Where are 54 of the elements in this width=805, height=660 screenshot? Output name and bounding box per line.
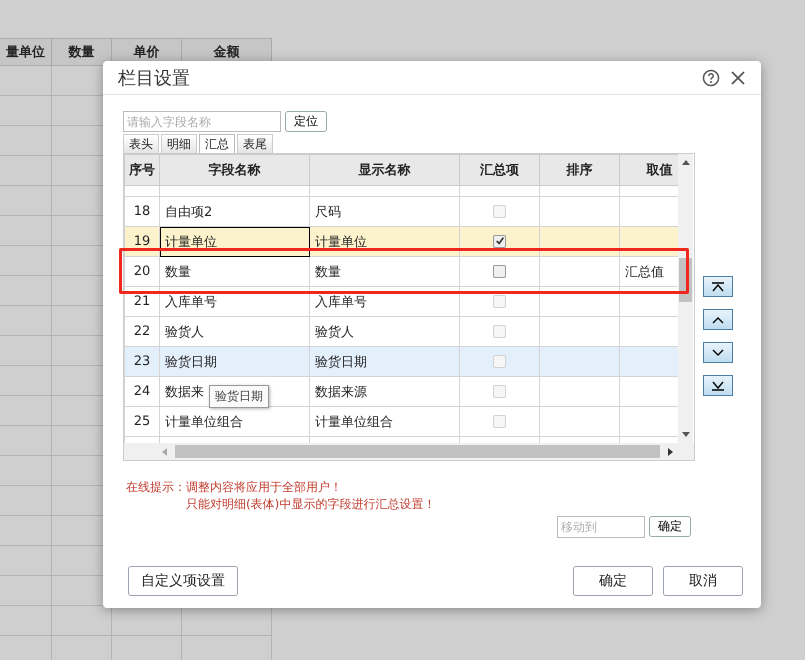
- tab[interactable]: 表尾: [237, 134, 273, 153]
- move-bottom-button[interactable]: [703, 375, 733, 396]
- help-icon[interactable]: [702, 68, 720, 86]
- search-field[interactable]: 请输入字段名称: [123, 111, 281, 132]
- tooltip: 验货日期: [209, 385, 269, 408]
- custom-fields-button[interactable]: 自定义项设置: [128, 566, 238, 596]
- table-cell: 数量: [160, 256, 310, 286]
- move-top-button[interactable]: [703, 276, 733, 297]
- table-cell: 20: [124, 256, 160, 286]
- scroll-right-icon[interactable]: [668, 448, 673, 456]
- close-icon[interactable]: [730, 70, 746, 86]
- vertical-scrollbar[interactable]: [678, 154, 693, 443]
- ok-button[interactable]: 确定: [573, 566, 653, 596]
- chevron-icon: [711, 314, 725, 324]
- tab[interactable]: 汇总: [199, 134, 235, 153]
- table-cell: 24: [124, 376, 160, 406]
- scroll-up-icon[interactable]: [682, 160, 690, 165]
- scroll-down-icon[interactable]: [682, 432, 690, 437]
- column-header: 显示名称: [310, 154, 460, 186]
- cancel-button[interactable]: 取消: [663, 566, 743, 596]
- table-cell: 23: [124, 346, 160, 376]
- locate-button[interactable]: 定位: [285, 111, 327, 132]
- column-header: 汇总项: [460, 154, 540, 186]
- tab[interactable]: 明细: [161, 134, 197, 153]
- chevron-icon: [711, 348, 725, 358]
- column-header: 字段名称: [160, 154, 310, 186]
- move-up-button[interactable]: [703, 309, 733, 330]
- horizontal-scrollbar[interactable]: [124, 443, 694, 460]
- table-cell: 验货日期: [310, 346, 460, 376]
- checkbox[interactable]: [493, 234, 506, 248]
- column-header: 排序: [540, 154, 620, 186]
- move-down-button[interactable]: [703, 342, 733, 363]
- table-cell: 计量单位组合: [310, 406, 460, 436]
- table-cell: 25: [124, 406, 160, 436]
- column-header: 序号: [124, 154, 160, 186]
- table-cell: 汇总值: [625, 264, 664, 280]
- column-header: 数量: [52, 38, 112, 66]
- arrow-bar-icon: [711, 380, 725, 390]
- dialog-title: 栏目设置: [118, 66, 191, 90]
- tab[interactable]: 表头: [123, 134, 159, 153]
- hint-text: 只能对明细(表体)中显示的字段进行汇总设置！: [186, 496, 436, 513]
- scrollbar-thumb[interactable]: [175, 445, 660, 458]
- hint-text: 在线提示：调整内容将应用于全部用户！: [126, 479, 343, 496]
- column-header: 取值: [620, 154, 678, 186]
- scroll-left-icon[interactable]: [162, 448, 167, 456]
- table-cell: 验货日期: [160, 346, 310, 376]
- column-header: 量单位: [0, 38, 52, 66]
- checkbox[interactable]: [493, 264, 506, 278]
- table-cell: 入库单号: [310, 286, 460, 316]
- confirm-button[interactable]: 确定: [649, 516, 691, 537]
- move-to-field[interactable]: 移动到: [557, 516, 645, 538]
- table-cell: 数据来源: [310, 376, 460, 406]
- table-cell: 数量: [310, 256, 460, 286]
- arrow-bar-icon: [711, 282, 725, 292]
